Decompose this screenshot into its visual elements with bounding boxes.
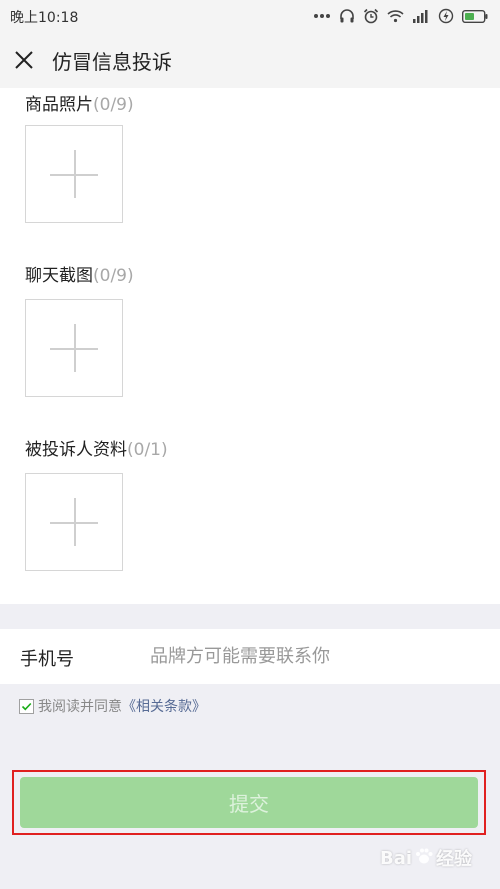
add-product-photo-button[interactable] xyxy=(25,125,123,223)
add-respondent-info-button[interactable] xyxy=(25,473,123,571)
more-dots-icon xyxy=(313,13,331,19)
product-photos-count: (0/9) xyxy=(93,95,134,115)
headphones-icon xyxy=(339,8,355,24)
chat-screenshots-title: 聊天截图 xyxy=(25,266,93,286)
phone-row: 手机号 xyxy=(0,629,500,684)
product-photos-title: 商品照片 xyxy=(25,95,93,115)
charging-icon xyxy=(438,8,454,24)
submit-button[interactable]: 提交 xyxy=(20,777,478,828)
agreement-text: 我阅读并同意 xyxy=(38,699,122,715)
paw-icon xyxy=(414,846,434,871)
status-bar: 晚上10:18 xyxy=(0,0,500,32)
chat-screenshots-label: 聊天截图(0/9) xyxy=(25,261,134,286)
close-icon[interactable] xyxy=(10,46,38,74)
product-photos-label: 商品照片(0/9) xyxy=(25,90,134,115)
check-icon xyxy=(21,702,32,710)
upload-card: 商品照片(0/9) 聊天截图(0/9) 被投诉人资料(0/1) xyxy=(0,88,500,604)
alarm-icon xyxy=(363,8,379,24)
phone-input[interactable] xyxy=(150,639,480,673)
watermark-text-b: 经验 xyxy=(436,849,473,870)
signal-icon xyxy=(412,9,430,23)
respondent-info-title: 被投诉人资料 xyxy=(25,440,127,460)
add-chat-screenshot-button[interactable] xyxy=(25,299,123,397)
status-icons xyxy=(313,5,488,27)
chat-screenshots-count: (0/9) xyxy=(93,266,134,286)
status-time: 晚上10:18 xyxy=(10,10,79,26)
respondent-info-label: 被投诉人资料(0/1) xyxy=(25,435,168,460)
phone-label: 手机号 xyxy=(20,649,74,670)
battery-icon xyxy=(462,9,488,23)
agreement-row: 我阅读并同意 《相关条款》 xyxy=(19,696,206,716)
wifi-icon xyxy=(387,9,404,23)
baidu-watermark: Bai 经验 xyxy=(380,838,495,878)
terms-link[interactable]: 《相关条款》 xyxy=(122,696,206,716)
page-title: 仿冒信息投诉 xyxy=(52,50,172,74)
agreement-checkbox[interactable] xyxy=(19,698,34,714)
watermark-text-a: Bai xyxy=(380,847,413,869)
nav-bar: 仿冒信息投诉 xyxy=(0,32,500,88)
respondent-info-count: (0/1) xyxy=(127,440,168,460)
submit-highlight-frame: 提交 xyxy=(12,770,486,835)
